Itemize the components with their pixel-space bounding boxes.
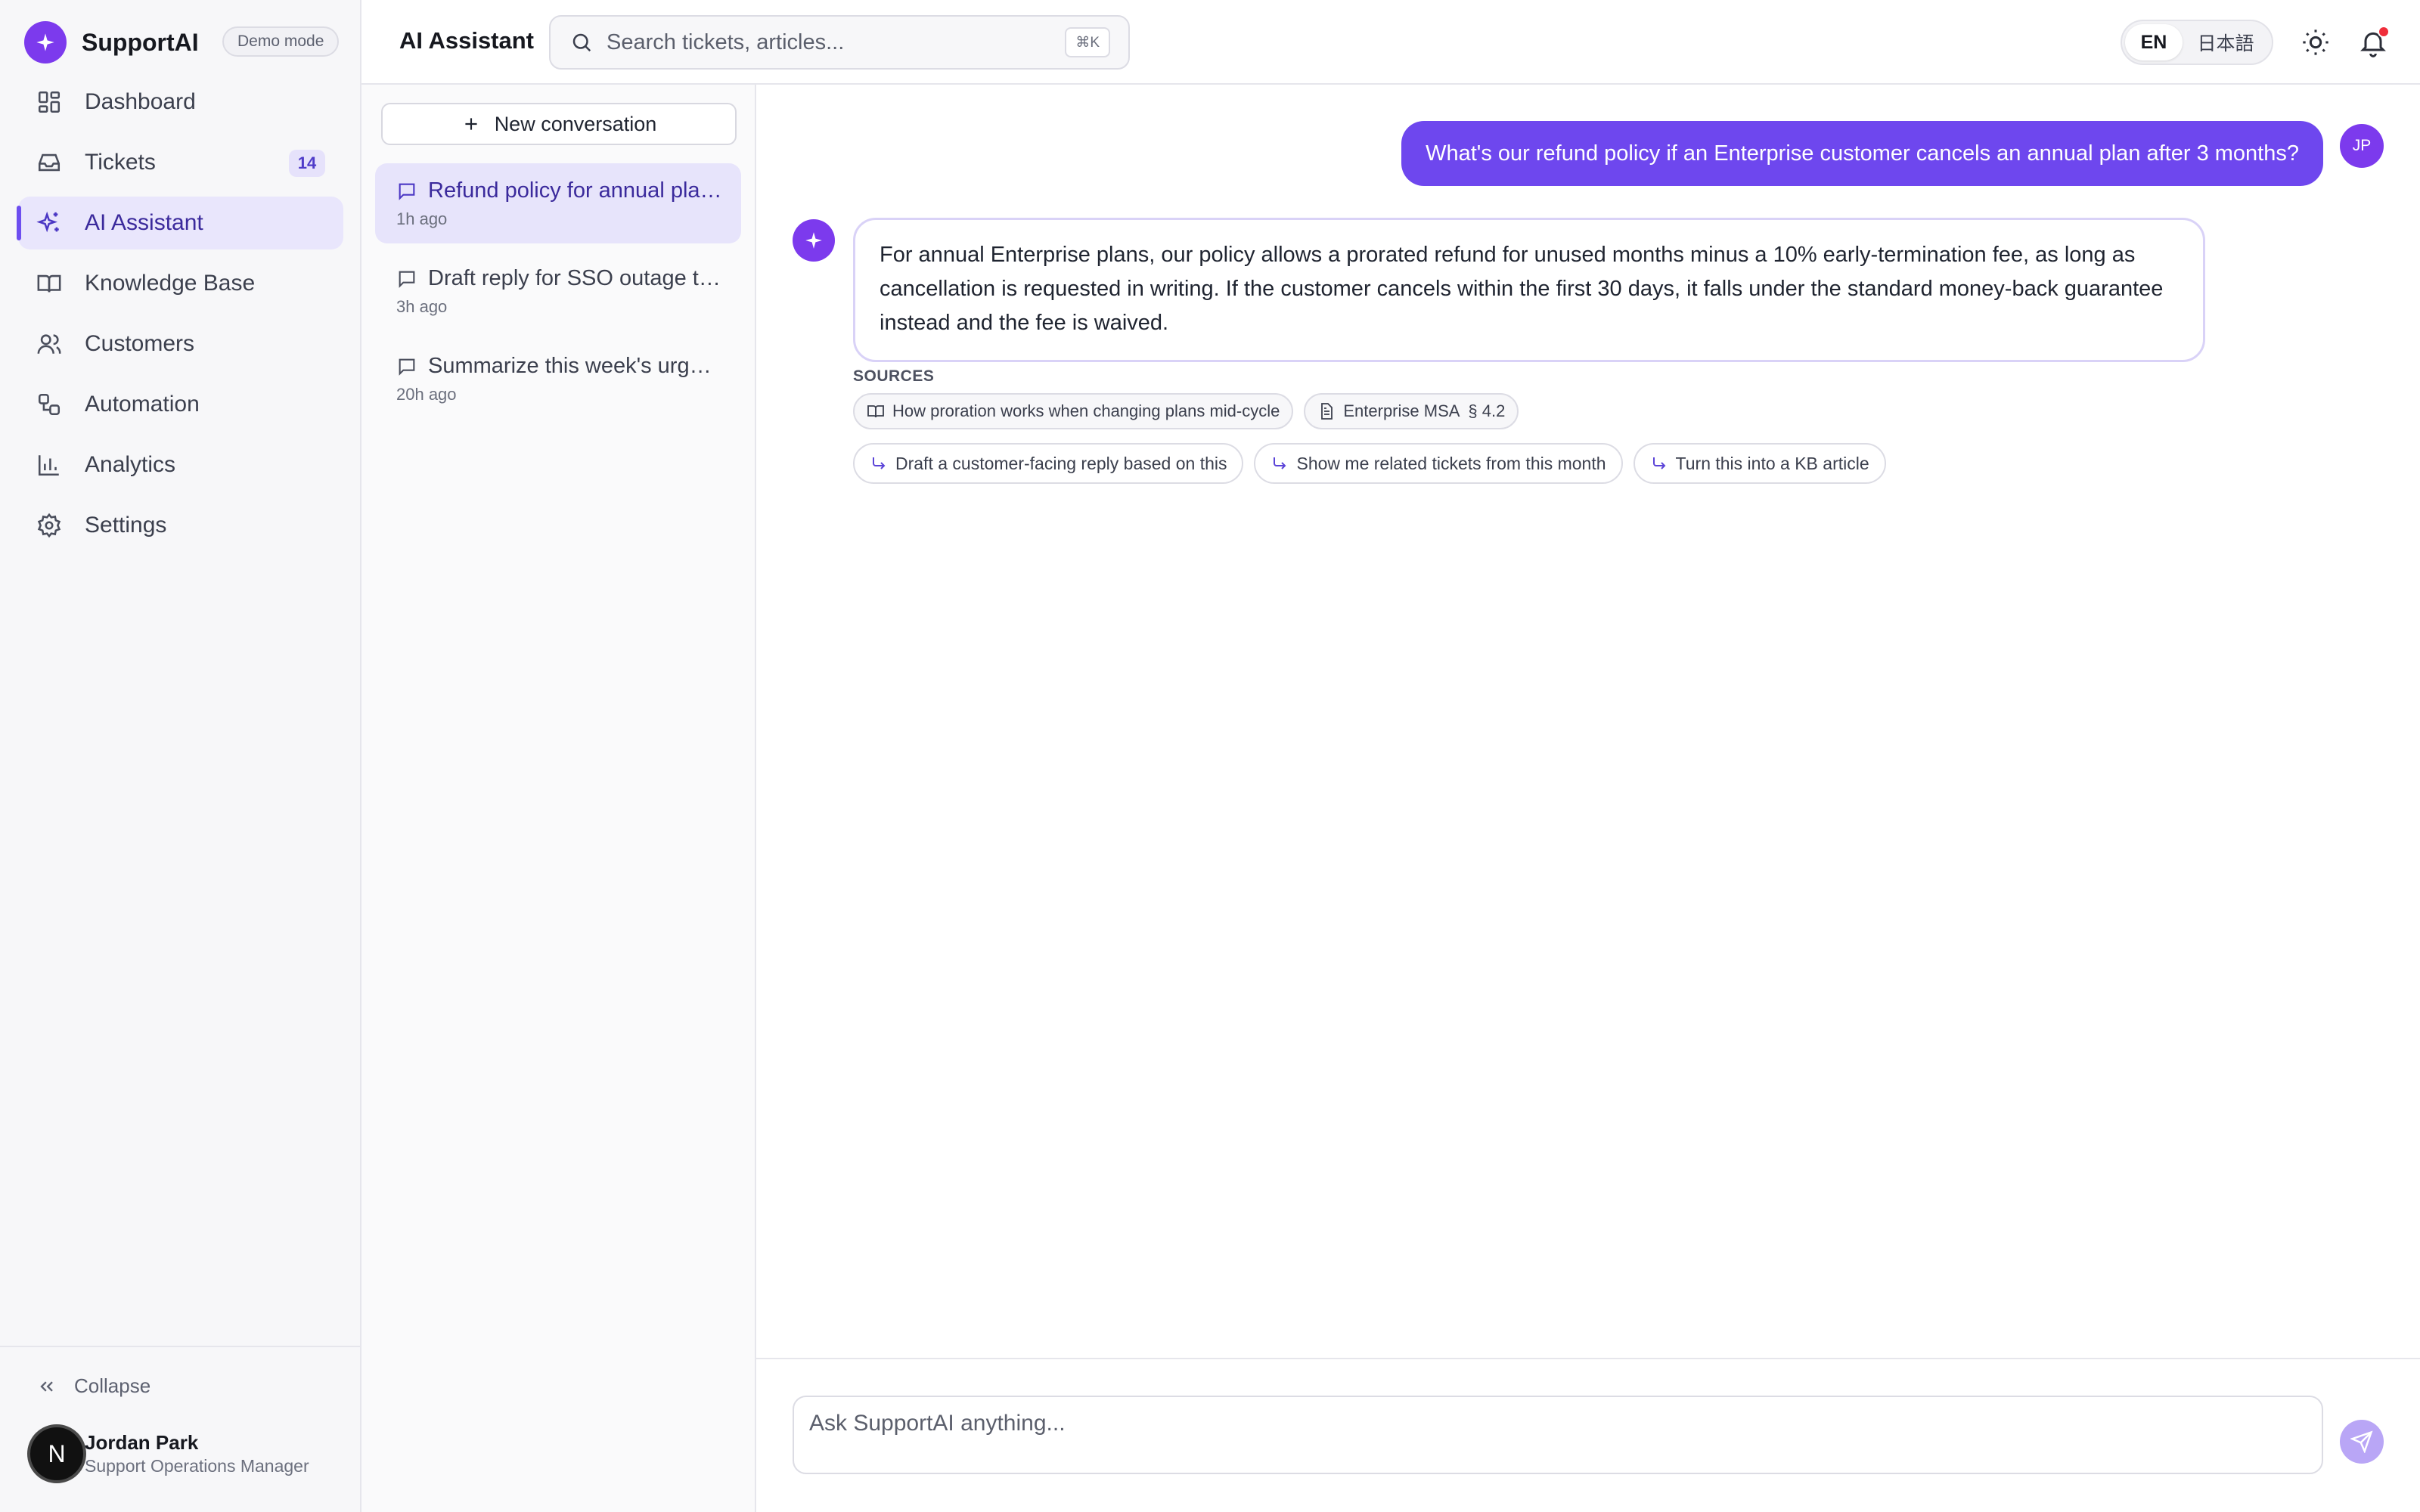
conversation-time: 20h ago — [396, 385, 457, 404]
sidebar-item-knowledge-base[interactable]: Knowledge Base — [18, 257, 343, 310]
theme-toggle-button[interactable] — [2301, 27, 2331, 57]
sidebar-item-customers[interactable]: Customers — [18, 318, 343, 370]
new-conversation-button[interactable]: New conversation — [381, 103, 737, 145]
conversation-title: Refund policy for annual plans after 3 m… — [428, 178, 723, 203]
top-bar: AI Assistant ⌘K EN 日本語 — [361, 0, 2420, 85]
conversation-item[interactable]: Draft reply for SSO outage ticket 3h ago — [375, 251, 741, 331]
brand[interactable]: SupportAI — [24, 21, 199, 64]
sidebar-item-label: Dashboard — [85, 89, 196, 114]
users-icon — [37, 334, 61, 354]
lang-option-ja[interactable]: 日本語 — [2183, 24, 2269, 60]
composer — [793, 1396, 2323, 1474]
tickets-count-badge: 14 — [289, 150, 325, 177]
search-shortcut: ⌘K — [1065, 27, 1110, 57]
search-input[interactable] — [607, 29, 1030, 55]
sidebar-item-tickets[interactable]: Tickets 14 — [18, 136, 343, 189]
followup-suggestions: Draft a customer-facing reply based on t… — [853, 443, 1897, 484]
assistant-avatar — [793, 219, 835, 262]
sidebar-item-automation[interactable]: Automation — [18, 378, 343, 431]
conversation-time: 1h ago — [396, 209, 448, 228]
sources-label: SOURCES — [853, 367, 935, 385]
sidebar-item-analytics[interactable]: Analytics — [18, 438, 343, 491]
conversation-title: Summarize this week's urgent tickets — [428, 354, 723, 378]
message-input[interactable] — [809, 1411, 2307, 1459]
sidebar-item-label: Knowledge Base — [85, 271, 256, 296]
conversation-time: 3h ago — [396, 297, 448, 316]
message-square-icon — [399, 358, 415, 376]
sidebar-item-label: Customers — [85, 331, 195, 356]
conversation-list-panel: New conversation Refund policy for annua… — [361, 85, 756, 1512]
sidebar-nav: Dashboard Tickets 14 AI Assistant Knowle… — [17, 76, 343, 559]
collapse-button[interactable]: Collapse — [36, 1374, 150, 1398]
sources-list: How proration works when changing plans … — [853, 393, 1529, 429]
dashboard-icon — [38, 91, 60, 113]
chat-panel: What's our refund policy if an Enterpris… — [756, 85, 2420, 1512]
search-box[interactable]: ⌘K — [549, 15, 1130, 70]
source-chip[interactable]: How proration works when changing plans … — [853, 393, 1294, 429]
sidebar-item-ai-assistant[interactable]: AI Assistant — [17, 197, 343, 249]
book-open-icon — [867, 405, 884, 418]
sparkle-logo-icon — [24, 21, 67, 64]
lang-option-en[interactable]: EN — [2125, 24, 2183, 60]
gear-icon — [37, 513, 61, 538]
corner-down-right-icon — [1652, 457, 1665, 469]
book-open-icon — [37, 274, 61, 293]
sparkle-icon — [805, 232, 822, 249]
followup-label: Show me related tickets from this month — [1296, 453, 1606, 473]
followup-chip[interactable]: Draft a customer-facing reply based on t… — [853, 443, 1244, 484]
file-text-icon — [1321, 403, 1333, 420]
workflow-icon — [38, 393, 60, 416]
language-switcher: EN 日本語 — [2121, 20, 2273, 65]
followup-chip[interactable]: Turn this into a KB article — [1633, 443, 1886, 484]
message-square-icon — [399, 271, 415, 288]
conversation-item[interactable]: Summarize this week's urgent tickets 20h… — [375, 339, 741, 419]
collapse-label: Collapse — [74, 1374, 151, 1397]
demo-mode-badge: Demo mode — [222, 26, 340, 57]
inbox-icon — [38, 153, 60, 172]
source-chip[interactable]: Enterprise MSA § 4.2 — [1304, 393, 1519, 429]
avatar: JP — [2340, 124, 2384, 168]
user-message: What's our refund policy if an Enterpris… — [1401, 121, 2323, 186]
source-label: How proration works when changing plans … — [892, 401, 1280, 420]
sidebar: SupportAI Demo mode Dashboard Tickets 14… — [0, 0, 361, 1512]
sidebar-item-dashboard[interactable]: Dashboard — [18, 76, 343, 129]
composer-area — [756, 1358, 2420, 1512]
followup-chip[interactable]: Show me related tickets from this month — [1254, 443, 1623, 484]
bar-chart-icon — [38, 455, 59, 476]
corner-down-right-icon — [1274, 457, 1286, 469]
user-profile[interactable]: N Jordan Park Support Operations Manager — [27, 1424, 309, 1483]
sidebar-footer: Collapse N Jordan Park Support Operation… — [0, 1346, 360, 1512]
followup-label: Draft a customer-facing reply based on t… — [895, 453, 1227, 473]
corner-down-right-icon — [873, 457, 886, 469]
page-title: AI Assistant — [399, 27, 535, 54]
avatar: N — [27, 1424, 86, 1483]
user-name: Jordan Park — [85, 1431, 199, 1454]
conversation-title: Draft reply for SSO outage ticket — [428, 266, 723, 290]
message-square-icon — [399, 183, 415, 200]
search-icon — [572, 33, 591, 52]
plus-icon — [465, 118, 477, 130]
assistant-message: For annual Enterprise plans, our policy … — [853, 218, 2205, 362]
conversation-list: Refund policy for annual plans after 3 m… — [375, 163, 741, 426]
conversation-item[interactable]: Refund policy for annual plans after 3 m… — [375, 163, 741, 243]
new-conversation-label: New conversation — [494, 112, 657, 135]
source-label: Enterprise MSA § 4.2 — [1343, 401, 1506, 420]
sidebar-item-label: Tickets — [85, 150, 156, 175]
sidebar-item-label: Settings — [85, 513, 167, 538]
chevrons-left-icon — [40, 1380, 53, 1392]
sidebar-item-label: Automation — [85, 392, 200, 417]
followup-label: Turn this into a KB article — [1675, 453, 1869, 473]
sidebar-item-settings[interactable]: Settings — [18, 499, 343, 552]
send-icon — [2350, 1430, 2373, 1453]
send-button[interactable] — [2340, 1420, 2384, 1464]
sidebar-item-label: AI Assistant — [85, 210, 203, 235]
sun-icon — [2303, 29, 2328, 55]
notification-dot — [2378, 26, 2390, 38]
sparkles-icon — [36, 211, 59, 233]
notifications-button[interactable] — [2358, 26, 2390, 57]
sidebar-item-label: Analytics — [85, 452, 176, 477]
brand-name: SupportAI — [82, 28, 199, 56]
user-role: Support Operations Manager — [85, 1456, 309, 1476]
